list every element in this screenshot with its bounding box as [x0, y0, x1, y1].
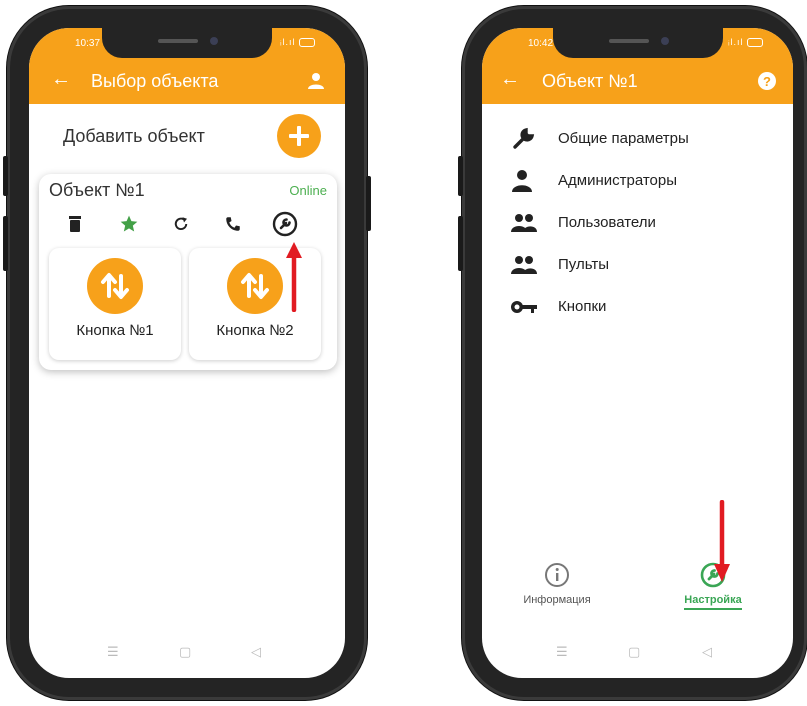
plus-icon — [289, 126, 309, 146]
tab-label: Настройка — [684, 594, 742, 610]
trash-icon[interactable] — [61, 210, 89, 238]
tab-label: Информация — [523, 594, 591, 606]
button-card-1[interactable]: Кнопка №1 — [49, 248, 181, 360]
menu-item-admins[interactable]: Администраторы — [510, 166, 783, 196]
phone-right: 10:42 ᵢl.ıl ← Объект №1 ? Общие параметр… — [458, 6, 807, 700]
menu-nav-icon[interactable]: ☰ — [556, 644, 568, 660]
refresh-icon[interactable] — [167, 210, 195, 238]
screen: 10:42 ᵢl.ıl ← Объект №1 ? Общие параметр… — [482, 28, 793, 678]
system-nav-bar: ☰ ▢ ◁ — [482, 640, 793, 668]
menu-item-remotes[interactable]: Пульты — [510, 250, 783, 280]
signal-battery-icon: ᵢl.ıl — [280, 37, 315, 48]
menu-item-label: Пульты — [558, 256, 609, 273]
status-time: 10:42 — [528, 38, 554, 49]
menu-item-label: Администраторы — [558, 172, 678, 189]
bottom-tab-bar: Информация Настройка — [482, 562, 793, 622]
status-badge: Online — [289, 183, 327, 198]
screen: 10:37 ᵢl.ıl ← Выбор объекта Добавить объ… — [29, 28, 345, 678]
notch — [102, 28, 272, 58]
button-label: Кнопка №1 — [76, 322, 154, 339]
side-button — [3, 156, 8, 196]
svg-text:?: ? — [763, 74, 771, 89]
swap-arrows-icon — [227, 258, 283, 314]
status-time: 10:37 — [75, 38, 101, 49]
phone-icon[interactable] — [219, 210, 247, 238]
back-nav-icon[interactable]: ◁ — [251, 644, 261, 660]
person-icon — [512, 170, 532, 192]
side-button — [458, 216, 463, 271]
group-icon — [511, 256, 537, 274]
user-icon[interactable] — [307, 72, 325, 90]
system-nav-bar: ☰ ▢ ◁ — [29, 640, 345, 668]
notch — [552, 28, 723, 58]
wrench-icon — [513, 127, 535, 149]
tab-info[interactable]: Информация — [502, 562, 612, 606]
home-nav-icon[interactable]: ▢ — [179, 644, 191, 660]
add-object-button[interactable] — [277, 114, 321, 158]
add-object-row[interactable]: Добавить объект — [63, 114, 321, 158]
menu-item-label: Общие параметры — [558, 130, 689, 147]
red-arrow-down-icon — [714, 500, 730, 582]
menu-item-users[interactable]: Пользователи — [510, 208, 783, 238]
side-button — [366, 176, 371, 231]
back-arrow-icon[interactable]: ← — [51, 68, 71, 91]
signal-battery-icon: ᵢl.ıl — [728, 37, 763, 48]
menu-item-general[interactable]: Общие параметры — [510, 124, 783, 154]
key-icon — [511, 301, 537, 313]
swap-arrows-icon — [87, 258, 143, 314]
red-arrow-up-icon — [286, 242, 302, 312]
back-arrow-icon[interactable]: ← — [500, 68, 520, 91]
star-icon[interactable] — [115, 210, 143, 238]
side-button — [3, 216, 8, 271]
app-bar: ← Выбор объекта — [29, 58, 345, 104]
wrench-icon[interactable] — [271, 210, 299, 238]
app-bar: ← Объект №1 ? — [482, 58, 793, 104]
back-nav-icon[interactable]: ◁ — [702, 644, 712, 660]
page-title: Объект №1 — [542, 71, 638, 91]
help-icon[interactable]: ? — [757, 71, 777, 91]
menu-item-label: Кнопки — [558, 298, 607, 315]
button-label: Кнопка №2 — [216, 322, 294, 339]
object-toolbar — [39, 210, 337, 240]
object-name: Объект №1 — [49, 180, 145, 200]
side-button — [458, 156, 463, 196]
group-icon — [511, 214, 537, 232]
home-nav-icon[interactable]: ▢ — [628, 644, 640, 660]
menu-item-buttons[interactable]: Кнопки — [510, 292, 783, 322]
phone-left: 10:37 ᵢl.ıl ← Выбор объекта Добавить объ… — [3, 6, 371, 700]
info-icon — [545, 563, 569, 587]
page-title: Выбор объекта — [91, 71, 219, 91]
add-object-label: Добавить объект — [63, 126, 205, 146]
menu-nav-icon[interactable]: ☰ — [107, 644, 119, 660]
menu-item-label: Пользователи — [558, 214, 656, 231]
